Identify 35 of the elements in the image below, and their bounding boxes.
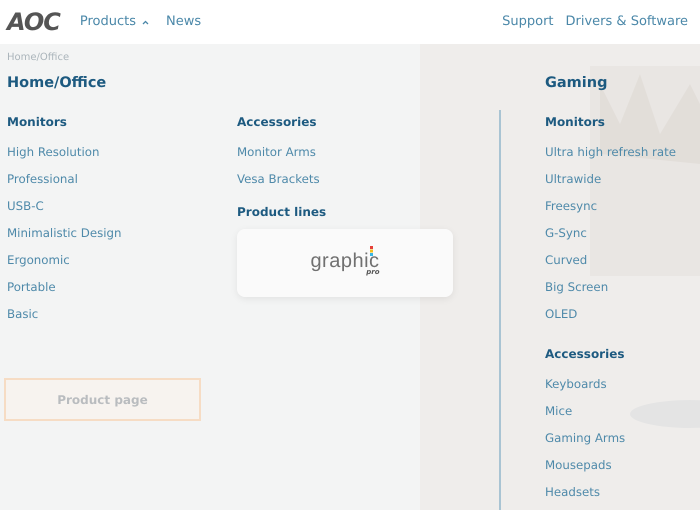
menu-link[interactable]: Vesa Brackets (237, 170, 467, 197)
menu-link[interactable]: Gaming Arms (545, 429, 676, 456)
nav-link[interactable]: Products (80, 12, 149, 32)
menu-link[interactable]: Ultrawide (545, 170, 676, 197)
column-heading: Accessories (237, 114, 318, 131)
menu-link[interactable]: Basic (7, 305, 237, 332)
menu-link[interactable]: High Resolution (7, 143, 237, 170)
menu-link[interactable]: Ergonomic (7, 251, 237, 278)
logo[interactable]: AOC (7, 10, 60, 34)
menu-link[interactable]: Keyboards (545, 375, 676, 402)
menu-link[interactable]: USB-C (7, 197, 237, 224)
logo-text: graphic (310, 250, 380, 270)
column-heading: Monitors (545, 114, 606, 131)
column-heading: Accessories (545, 346, 626, 363)
menu-link[interactable]: Ultra high refresh rate (545, 143, 676, 170)
menu-link[interactable]: Portable (7, 278, 237, 305)
nav-link[interactable]: Drivers & Software (566, 12, 688, 32)
column-heading: Product lines (237, 204, 328, 221)
menu-link[interactable]: OLED (545, 305, 676, 332)
menu-link[interactable]: Freesync (545, 197, 676, 224)
menu-link[interactable]: Minimalistic Design (7, 224, 237, 251)
menu-link[interactable]: Headsets (545, 483, 676, 510)
menu-link[interactable]: Mice (545, 402, 676, 429)
nav-link[interactable]: News (166, 12, 202, 32)
menu-link[interactable]: Monitor Arms (237, 143, 467, 170)
menu-link[interactable]: G-Sync (545, 224, 676, 251)
section-title: Home/Office (7, 74, 108, 93)
menu-link[interactable]: Big Screen (545, 278, 676, 305)
nav-link[interactable]: Support (502, 12, 554, 32)
column-heading: Monitors (7, 114, 68, 131)
menu-link[interactable]: Curved (545, 251, 676, 278)
menu-link[interactable]: Mousepads (545, 456, 676, 483)
section-title: Gaming (545, 74, 608, 93)
breadcrumb[interactable]: Home/Office (7, 51, 499, 65)
menu-link[interactable]: Professional (7, 170, 237, 197)
